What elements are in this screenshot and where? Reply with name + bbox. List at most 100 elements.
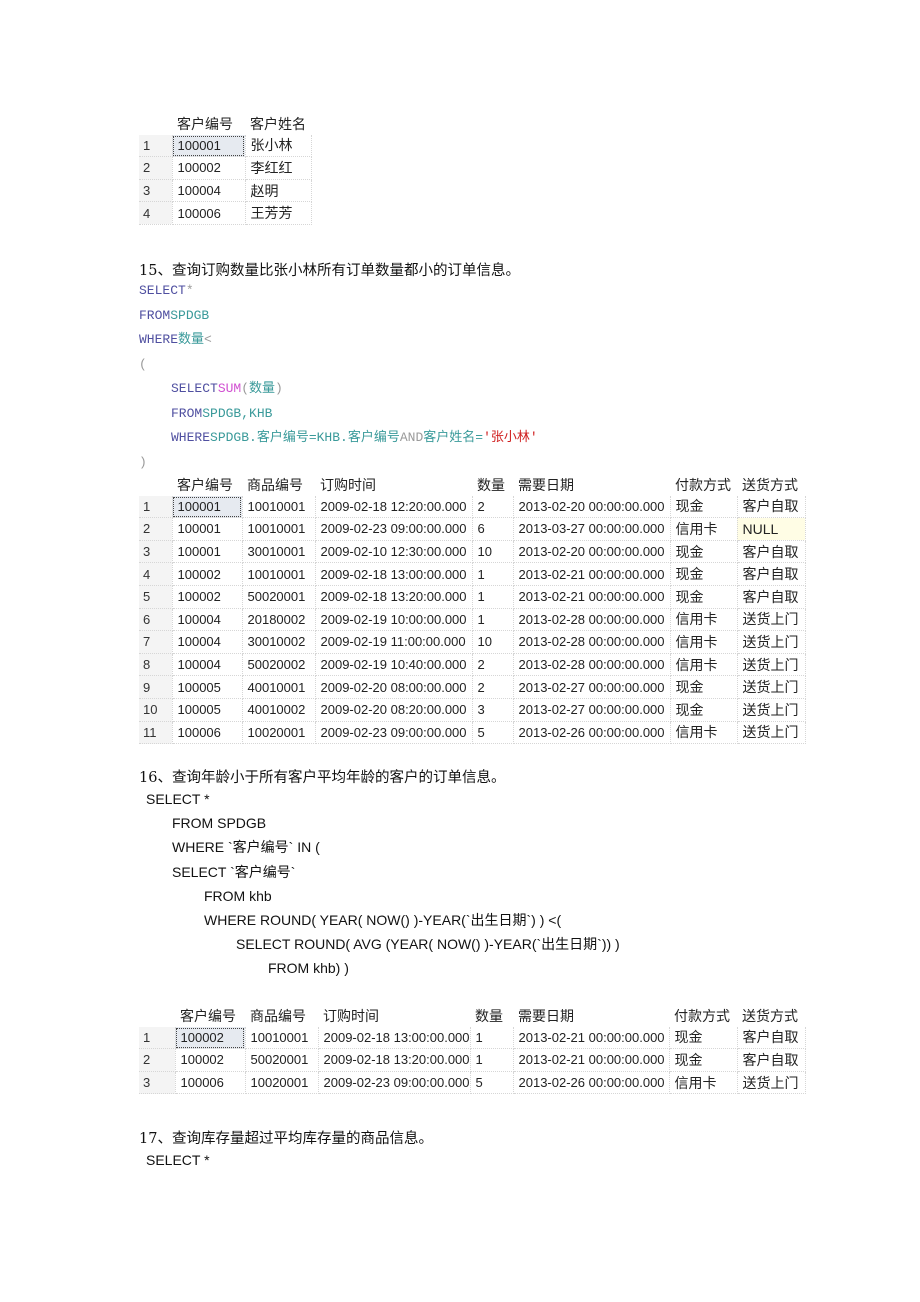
cell-required-date[interactable]: 2013-02-20 00:00:00.000 xyxy=(513,540,671,564)
cell-customer-id[interactable]: 100006 xyxy=(172,201,246,225)
row-number[interactable]: 4 xyxy=(139,201,173,225)
cell-quantity[interactable]: 6 xyxy=(472,517,514,541)
cell-customer-id[interactable]: 100002 xyxy=(172,585,243,609)
row-number[interactable]: 3 xyxy=(139,540,173,564)
cell-required-date[interactable]: 2013-02-26 00:00:00.000 xyxy=(513,1071,670,1095)
column-header[interactable]: 需要日期 xyxy=(513,474,670,496)
cell-order-time[interactable]: 2009-02-18 13:20:00.000 xyxy=(318,1048,471,1072)
cell-quantity[interactable]: 5 xyxy=(472,721,514,745)
cell-payment-method[interactable]: 现金 xyxy=(670,540,738,564)
cell-order-time[interactable]: 2009-02-23 09:00:00.000 xyxy=(315,517,473,541)
table-row[interactable]: 2 100001 10010001 2009-02-23 09:00:00.000 6 2… xyxy=(139,517,806,541)
cell-delivery-method[interactable]: 客户自取 xyxy=(737,562,806,586)
cell-quantity[interactable]: 2 xyxy=(472,495,514,519)
table-row[interactable]: 4 100002 10010001 2009-02-18 13:00:00.000 1 2… xyxy=(139,562,806,586)
row-number[interactable]: 2 xyxy=(139,156,173,180)
cell-payment-method[interactable]: 信用卡 xyxy=(670,630,738,654)
cell-delivery-method[interactable]: 客户自取 xyxy=(737,540,806,564)
row-number[interactable]: 3 xyxy=(139,1071,176,1095)
cell-quantity[interactable]: 2 xyxy=(472,675,514,699)
cell-customer-id[interactable]: 100002 xyxy=(175,1048,246,1072)
cell-payment-method[interactable]: 信用卡 xyxy=(670,517,738,541)
cell-customer-id[interactable]: 100005 xyxy=(172,698,243,722)
column-header[interactable]: 商品编号 xyxy=(242,474,315,496)
table-row[interactable]: 3 100006 10020001 2009-02-23 09:00:00.000 5 2… xyxy=(139,1071,806,1095)
row-number[interactable]: 4 xyxy=(139,562,173,586)
cell-order-time[interactable]: 2009-02-23 09:00:00.000 xyxy=(318,1071,471,1095)
row-number[interactable]: 9 xyxy=(139,675,173,699)
cell-delivery-method[interactable]: 送货上门 xyxy=(737,608,806,632)
cell-customer-id[interactable]: 100006 xyxy=(175,1071,246,1095)
cell-quantity[interactable]: 1 xyxy=(472,562,514,586)
cell-customer-id[interactable]: 100004 xyxy=(172,179,246,203)
cell-delivery-method[interactable]: 客户自取 xyxy=(737,1026,806,1050)
cell-customer-id[interactable]: 100001 xyxy=(172,540,243,564)
cell-product-id[interactable]: 50020002 xyxy=(242,653,316,677)
column-header[interactable]: 商品编号 xyxy=(245,1005,318,1027)
table-row[interactable]: 5 100002 50020001 2009-02-18 13:20:00.000 1 2… xyxy=(139,585,806,609)
cell-product-id[interactable]: 20180002 xyxy=(242,608,316,632)
column-header[interactable]: 客户编号 xyxy=(172,474,242,496)
row-number[interactable]: 2 xyxy=(139,1048,176,1072)
column-header[interactable]: 数量 xyxy=(472,474,513,496)
cell-required-date[interactable]: 2013-02-28 00:00:00.000 xyxy=(513,630,671,654)
row-number[interactable]: 1 xyxy=(139,134,173,158)
cell-quantity[interactable]: 1 xyxy=(470,1048,514,1072)
row-number[interactable]: 3 xyxy=(139,179,173,203)
table-row[interactable]: 1 100001 10010001 2009-02-18 12:20:00.000 2 2… xyxy=(139,495,806,519)
cell-product-id[interactable]: 40010002 xyxy=(242,698,316,722)
cell-delivery-method[interactable]: 送货上门 xyxy=(737,1071,806,1095)
cell-delivery-method[interactable]: 送货上门 xyxy=(737,630,806,654)
cell-order-time[interactable]: 2009-02-19 10:00:00.000 xyxy=(315,608,473,632)
cell-customer-id[interactable]: 100004 xyxy=(172,608,243,632)
cell-required-date[interactable]: 2013-02-21 00:00:00.000 xyxy=(513,1048,670,1072)
cell-required-date[interactable]: 2013-02-28 00:00:00.000 xyxy=(513,608,671,632)
row-number[interactable]: 10 xyxy=(139,698,173,722)
cell-required-date[interactable]: 2013-02-27 00:00:00.000 xyxy=(513,675,671,699)
cell-order-time[interactable]: 2009-02-18 13:00:00.000 xyxy=(315,562,473,586)
column-header[interactable]: 客户姓名 xyxy=(245,113,311,135)
table-row[interactable]: 7 100004 30010002 2009-02-19 11:00:00.000 10… xyxy=(139,630,806,654)
cell-payment-method[interactable]: 信用卡 xyxy=(670,608,738,632)
column-header[interactable]: 订购时间 xyxy=(318,1005,471,1027)
cell-order-time[interactable]: 2009-02-18 12:20:00.000 xyxy=(315,495,473,519)
table-row[interactable]: 6 100004 20180002 2009-02-19 10:00:00.000 1 2… xyxy=(139,608,806,632)
cell-customer-id[interactable]: 100004 xyxy=(172,630,243,654)
cell-customer-id[interactable]: 100002 xyxy=(172,156,246,180)
cell-delivery-method[interactable]: 客户自取 xyxy=(737,585,806,609)
cell-delivery-method[interactable]: 客户自取 xyxy=(737,495,806,519)
cell-payment-method[interactable]: 现金 xyxy=(669,1026,738,1050)
cell-payment-method[interactable]: 信用卡 xyxy=(669,1071,738,1095)
cell-customer-id[interactable]: 100005 xyxy=(172,675,243,699)
row-number[interactable]: 2 xyxy=(139,517,173,541)
cell-customer-id[interactable]: 100001 xyxy=(172,495,243,519)
table-row[interactable]: 2 100002 李红红 xyxy=(139,156,312,180)
cell-payment-method[interactable]: 现金 xyxy=(670,675,738,699)
table-row[interactable]: 11 100006 10020001 2009-02-23 09:00:00.000 5… xyxy=(139,721,806,745)
cell-payment-method[interactable]: 现金 xyxy=(670,495,738,519)
cell-quantity[interactable]: 1 xyxy=(470,1026,514,1050)
cell-product-id[interactable]: 30010002 xyxy=(242,630,316,654)
table-row[interactable]: 9 100005 40010001 2009-02-20 08:00:00.000 2 2… xyxy=(139,675,806,699)
cell-required-date[interactable]: 2013-02-21 00:00:00.000 xyxy=(513,562,671,586)
table-row[interactable]: 3 100001 30010001 2009-02-10 12:30:00.000 10… xyxy=(139,540,806,564)
cell-customer-name[interactable]: 李红红 xyxy=(245,156,312,180)
column-header[interactable]: 数量 xyxy=(470,1005,514,1027)
cell-payment-method[interactable]: 现金 xyxy=(670,562,738,586)
cell-product-id[interactable]: 10020001 xyxy=(242,721,316,745)
cell-payment-method[interactable]: 现金 xyxy=(669,1048,738,1072)
cell-payment-method[interactable]: 信用卡 xyxy=(670,653,738,677)
column-header[interactable]: 客户编号 xyxy=(175,1005,245,1027)
cell-required-date[interactable]: 2013-02-26 00:00:00.000 xyxy=(513,721,671,745)
cell-delivery-method[interactable]: 客户自取 xyxy=(737,1048,806,1072)
cell-order-time[interactable]: 2009-02-19 11:00:00.000 xyxy=(315,630,473,654)
cell-quantity[interactable]: 1 xyxy=(472,608,514,632)
cell-product-id[interactable]: 30010001 xyxy=(242,540,316,564)
cell-required-date[interactable]: 2013-02-20 00:00:00.000 xyxy=(513,495,671,519)
cell-customer-id[interactable]: 100006 xyxy=(172,721,243,745)
cell-order-time[interactable]: 2009-02-23 09:00:00.000 xyxy=(315,721,473,745)
cell-product-id[interactable]: 40010001 xyxy=(242,675,316,699)
row-number[interactable]: 6 xyxy=(139,608,173,632)
cell-product-id[interactable]: 10020001 xyxy=(245,1071,319,1095)
cell-quantity[interactable]: 3 xyxy=(472,698,514,722)
